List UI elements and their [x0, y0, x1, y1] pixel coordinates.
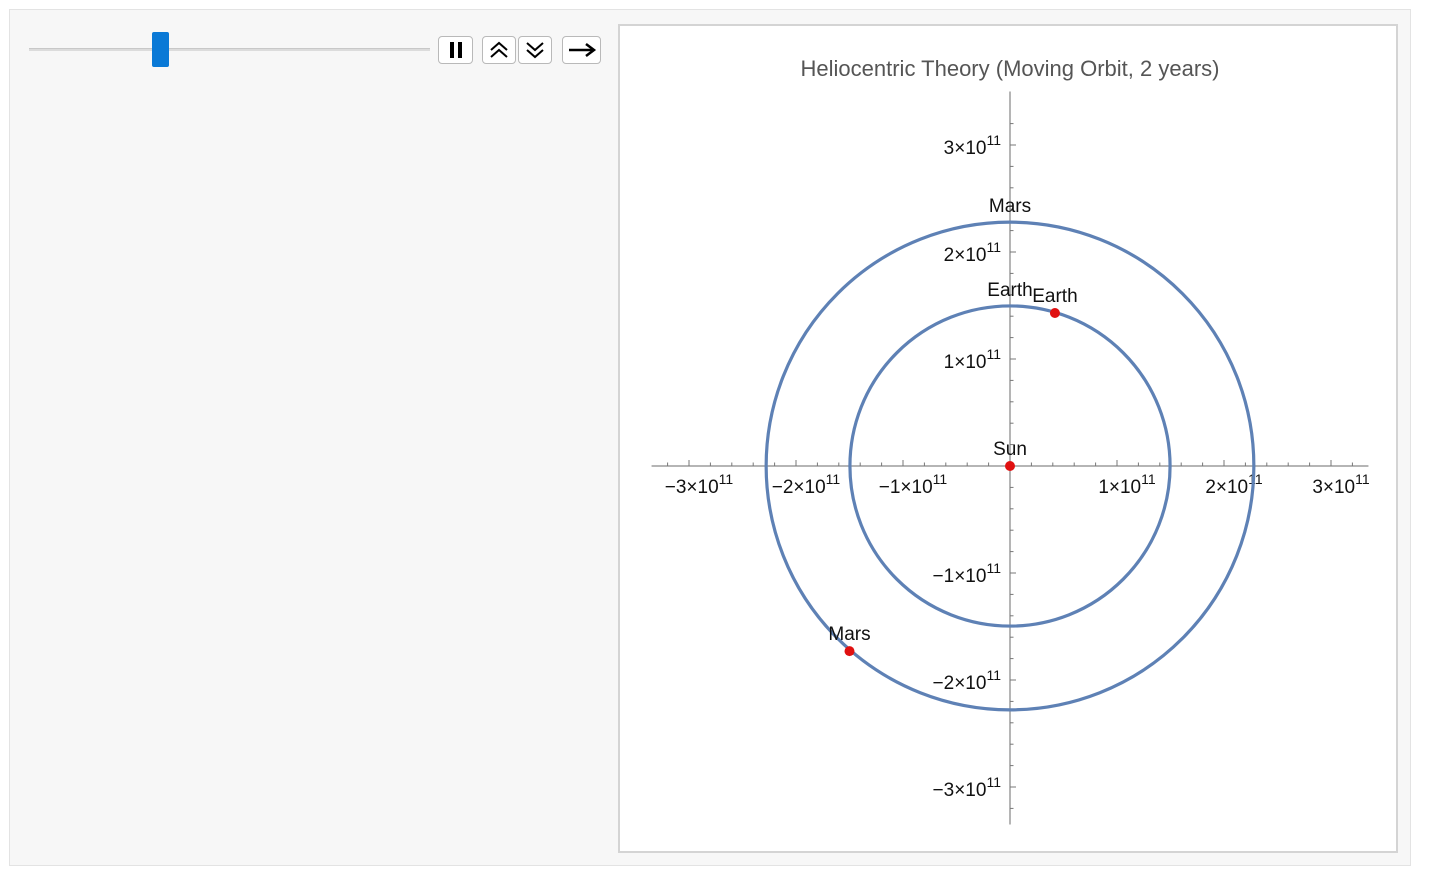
body-sun-label: Sun [993, 439, 1027, 460]
plot-title: Heliocentric Theory (Moving Orbit, 2 yea… [801, 56, 1220, 81]
faster-button[interactable] [482, 36, 516, 64]
orbit-plot: Heliocentric Theory (Moving Orbit, 2 yea… [651, 56, 1370, 825]
x-tick-label: 1×1011 [1098, 471, 1156, 498]
pause-button[interactable] [438, 36, 473, 64]
direction-button[interactable] [562, 36, 601, 64]
y-tick-label: −1×1011 [933, 560, 1002, 587]
double-chevron-up-icon [490, 41, 508, 58]
double-chevron-down-icon [526, 42, 544, 59]
y-tick-label: 3×1011 [944, 132, 1002, 159]
body-earth-point [1049, 307, 1060, 318]
animation-slider-track[interactable] [29, 48, 430, 51]
body-mars-label: Mars [828, 624, 870, 645]
y-tick-label: 1×1011 [944, 346, 1002, 373]
pause-icon [449, 42, 462, 58]
y-tick-label: −2×1011 [933, 667, 1002, 694]
orbit-label-earth: Earth [987, 280, 1032, 301]
body-earth-label: Earth [1032, 286, 1077, 307]
body-sun-point [1005, 461, 1015, 471]
animation-slider-thumb[interactable] [151, 32, 169, 67]
right-arrow-icon [568, 43, 596, 57]
plot-frame: Heliocentric Theory (Moving Orbit, 2 yea… [618, 24, 1398, 853]
x-tick-label: −2×1011 [772, 471, 841, 498]
y-tick-label: 2×1011 [944, 239, 1002, 266]
x-tick-label: −1×1011 [879, 471, 948, 498]
bodies: Sun Earth Mars [828, 286, 1078, 657]
x-tick-label: 3×1011 [1312, 471, 1370, 498]
orbit-label-mars: Mars [989, 196, 1031, 217]
slower-button[interactable] [518, 36, 552, 64]
body-mars-point [844, 646, 855, 657]
y-tick-label: −3×1011 [933, 774, 1002, 801]
x-tick-label: −3×1011 [665, 471, 734, 498]
